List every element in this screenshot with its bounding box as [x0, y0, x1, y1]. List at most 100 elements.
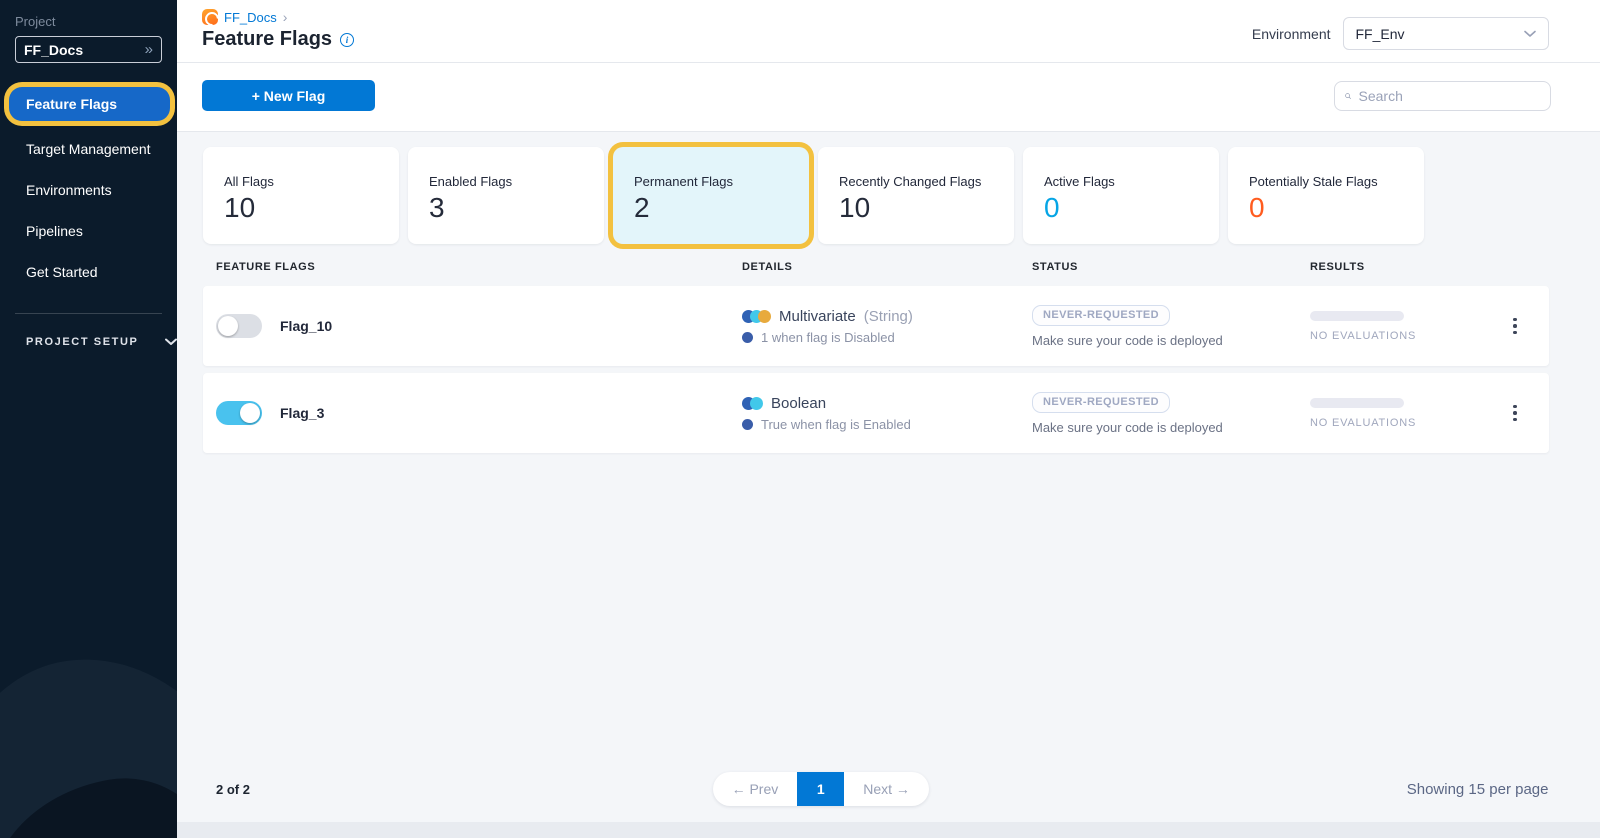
flag-name-cell: Flag_3	[203, 401, 742, 425]
stat-label: Permanent Flags	[634, 174, 809, 189]
stat-card-recently-changed-flags[interactable]: Recently Changed Flags 10	[818, 147, 1014, 244]
environment-label: Environment	[1252, 26, 1331, 42]
table-row[interactable]: Flag_10 Multivariate (String) 1 when fla…	[203, 286, 1549, 366]
sidebar-divider	[15, 313, 162, 314]
flag-name[interactable]: Flag_10	[280, 318, 332, 334]
stat-label: All Flags	[224, 174, 399, 189]
environment-value: FF_Env	[1356, 26, 1405, 42]
boolean-icon	[742, 397, 763, 410]
table-row[interactable]: Flag_3 Boolean True when flag is Enabled…	[203, 373, 1549, 453]
flag-toggle[interactable]	[216, 401, 262, 425]
status-text: Make sure your code is deployed	[1032, 420, 1310, 435]
stat-value: 2	[634, 192, 809, 224]
row-menu-button[interactable]	[1509, 314, 1521, 339]
sidebar-item-environments[interactable]: Environments	[0, 172, 177, 208]
prev-page-button[interactable]: ← Prev	[713, 772, 798, 806]
column-header-status: STATUS	[1032, 261, 1310, 273]
breadcrumb: FF_Docs ›	[202, 9, 354, 25]
project-setup-section[interactable]: PROJECT SETUP	[26, 336, 177, 348]
stat-card-all-flags[interactable]: All Flags 10	[203, 147, 399, 244]
main-area: FF_Docs › Feature Flags i Environment FF…	[177, 0, 1600, 838]
header-left: FF_Docs › Feature Flags i	[202, 9, 354, 51]
flag-type-suffix: (String)	[864, 308, 913, 325]
page-header: FF_Docs › Feature Flags i Environment FF…	[177, 0, 1600, 63]
results-text: NO EVALUATIONS	[1310, 417, 1509, 429]
results-bar	[1310, 311, 1404, 321]
stat-cards-row: All Flags 10 Enabled Flags 3 Permanent F…	[203, 147, 1549, 244]
multivariate-icon	[742, 310, 771, 323]
results-cell: NO EVALUATIONS	[1310, 398, 1509, 429]
chevron-down-icon	[1524, 30, 1536, 38]
stat-card-potentially-stale-flags[interactable]: Potentially Stale Flags 0	[1228, 147, 1424, 244]
sidebar-item-feature-flags[interactable]: Feature Flags	[9, 87, 170, 121]
stat-value: 0	[1249, 192, 1424, 224]
column-header-results: RESULTS	[1310, 261, 1509, 273]
stat-value: 10	[839, 192, 1014, 224]
search-input[interactable]	[1359, 88, 1540, 104]
title-row: Feature Flags i	[202, 28, 354, 51]
flag-name-cell: Flag_10	[203, 314, 742, 338]
flag-type: Boolean	[771, 395, 826, 412]
sidebar-item-pipelines[interactable]: Pipelines	[0, 213, 177, 249]
next-page-button[interactable]: Next →	[844, 772, 929, 806]
project-setup-label: PROJECT SETUP	[26, 336, 139, 348]
flag-name[interactable]: Flag_3	[280, 405, 324, 421]
results-cell: NO EVALUATIONS	[1310, 311, 1509, 342]
details-cell: Multivariate (String) 1 when flag is Dis…	[742, 308, 1032, 345]
results-bar	[1310, 398, 1404, 408]
new-flag-button[interactable]: + New Flag	[202, 80, 375, 111]
search-icon	[1345, 89, 1351, 103]
flag-toggle[interactable]	[216, 314, 262, 338]
environment-picker: Environment FF_Env	[1252, 17, 1549, 50]
sidebar-nav: Feature Flags Target Management Environm…	[0, 83, 177, 295]
table-header-row: FEATURE FLAGS DETAILS STATUS RESULTS	[203, 261, 1549, 273]
project-label: Project	[15, 14, 177, 29]
chevron-right-icon: ›	[283, 9, 288, 25]
variation-dot-icon	[742, 332, 753, 343]
bottom-strip	[177, 822, 1600, 838]
stat-card-active-flags[interactable]: Active Flags 0	[1023, 147, 1219, 244]
pagination: ← Prev 1 Next →	[713, 772, 929, 806]
expand-sidebar-icon[interactable]: »	[145, 42, 153, 57]
sidebar: Project FF_Docs » Feature Flags Target M…	[0, 0, 177, 838]
results-text: NO EVALUATIONS	[1310, 330, 1509, 342]
sidebar-item-get-started[interactable]: Get Started	[0, 254, 177, 290]
stat-card-permanent-flags[interactable]: Permanent Flags 2	[613, 147, 809, 244]
toolbar: + New Flag	[177, 63, 1600, 132]
breadcrumb-project-link[interactable]: FF_Docs	[224, 10, 277, 25]
variation-text: True when flag is Enabled	[761, 417, 911, 432]
stat-value: 0	[1044, 192, 1219, 224]
feature-flags-logo-icon	[202, 9, 218, 25]
toggle-knob	[218, 316, 238, 336]
project-selector[interactable]: FF_Docs »	[15, 36, 162, 63]
stat-value: 3	[429, 192, 604, 224]
stat-label: Recently Changed Flags	[839, 174, 1014, 189]
environment-select[interactable]: FF_Env	[1343, 17, 1549, 50]
sidebar-item-target-management[interactable]: Target Management	[0, 131, 177, 167]
variation-dot-icon	[742, 419, 753, 430]
info-icon[interactable]: i	[340, 33, 354, 47]
search-box	[1334, 81, 1551, 111]
current-page-button[interactable]: 1	[797, 772, 844, 806]
details-cell: Boolean True when flag is Enabled	[742, 395, 1032, 432]
stat-card-enabled-flags[interactable]: Enabled Flags 3	[408, 147, 604, 244]
status-badge: NEVER-REQUESTED	[1032, 392, 1170, 413]
stat-label: Enabled Flags	[429, 174, 604, 189]
flag-type: Multivariate	[779, 308, 856, 325]
project-name: FF_Docs	[24, 42, 83, 58]
stat-label: Active Flags	[1044, 174, 1219, 189]
row-menu-button[interactable]	[1509, 401, 1521, 426]
toggle-knob	[240, 403, 260, 423]
per-page-indicator: Showing 15 per page	[1309, 781, 1549, 798]
status-cell: NEVER-REQUESTED Make sure your code is d…	[1032, 392, 1310, 435]
column-header-feature-flags: FEATURE FLAGS	[203, 261, 742, 273]
pagination-footer: 2 of 2 ← Prev 1 Next → Showing 15 per pa…	[203, 772, 1549, 822]
stat-value: 10	[224, 192, 399, 224]
row-count: 2 of 2	[203, 782, 443, 797]
content-area: All Flags 10 Enabled Flags 3 Permanent F…	[177, 132, 1600, 822]
variation-text: 1 when flag is Disabled	[761, 330, 895, 345]
status-text: Make sure your code is deployed	[1032, 333, 1310, 348]
status-cell: NEVER-REQUESTED Make sure your code is d…	[1032, 305, 1310, 348]
stat-label: Potentially Stale Flags	[1249, 174, 1424, 189]
status-badge: NEVER-REQUESTED	[1032, 305, 1170, 326]
